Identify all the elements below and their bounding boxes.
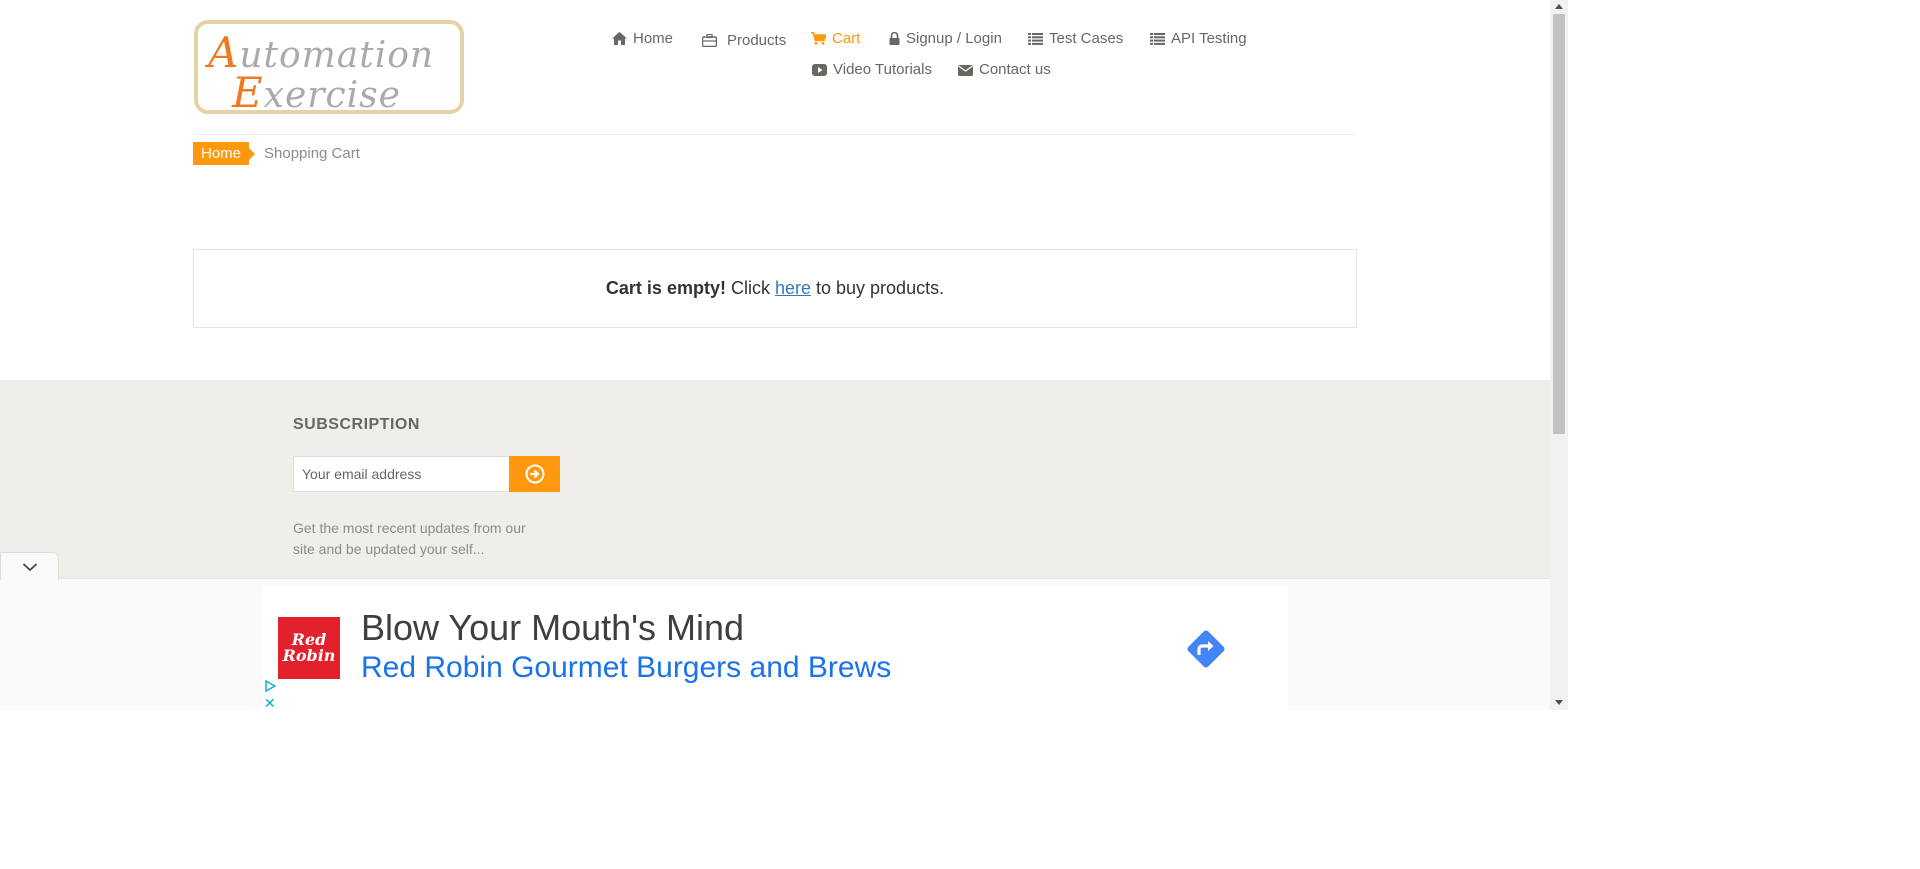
logo-cap-e: E <box>232 68 264 117</box>
scrollbar-thumb[interactable] <box>1553 14 1565 434</box>
nav-home[interactable]: Home <box>612 30 673 47</box>
ad-creative[interactable]: Red Robin Blow Your Mouth's Mind Red Robi… <box>262 585 1288 710</box>
ad-collapse-button[interactable] <box>0 552 59 580</box>
footer <box>0 380 1550 580</box>
nav-products-label: Products <box>727 32 787 49</box>
breadcrumb-home[interactable]: Home <box>193 142 256 165</box>
scroll-up-arrow-icon[interactable] <box>1555 4 1563 9</box>
scroll-down-arrow-icon[interactable] <box>1555 700 1563 705</box>
red-robin-logo: Red Robin <box>278 617 340 679</box>
logo-text-2: xercise <box>263 75 401 116</box>
youtube-icon <box>812 63 827 76</box>
home-icon <box>612 32 627 45</box>
ad-close-icon[interactable]: ✕ <box>264 695 276 712</box>
lock-icon <box>889 32 900 45</box>
empty-cart-message: Cart is empty! Click here to buy product… <box>193 249 1357 328</box>
cart-icon <box>811 32 826 45</box>
subscription-description: Get the most recent updates from our sit… <box>293 520 526 557</box>
nav-video-tutorials-label: Video Tutorials <box>833 61 932 78</box>
empty-cart-text-2: to buy products. <box>811 278 945 298</box>
adchoices-icon[interactable] <box>265 680 276 692</box>
nav-api-testing[interactable]: API Testing <box>1150 30 1247 47</box>
site-logo[interactable]: Automation Exercise <box>194 20 464 117</box>
buy-products-link[interactable]: here <box>775 278 811 299</box>
page: Automation Exercise Home Products Cart S… <box>0 0 1568 712</box>
breadcrumb-current: Shopping Cart <box>264 145 360 162</box>
footer-top-strip <box>178 378 1372 380</box>
nav-test-cases-label: Test Cases <box>1049 30 1124 47</box>
envelope-icon <box>958 64 973 76</box>
subscription-email-input[interactable] <box>293 456 510 492</box>
nav-contact-us-label: Contact us <box>979 61 1051 78</box>
nav-video-tutorials[interactable]: Video Tutorials <box>812 61 932 78</box>
logo-line-2: Exercise <box>232 68 401 117</box>
scrollbar[interactable] <box>1550 0 1568 710</box>
arrow-circle-right-icon <box>525 464 544 484</box>
nav-signup-login[interactable]: Signup / Login <box>889 30 1002 47</box>
ad-brand-line-2: Robin <box>282 646 336 665</box>
nav-cart-label: Cart <box>832 30 861 47</box>
nav-products[interactable]: Products <box>702 32 786 49</box>
nav-cart[interactable]: Cart <box>811 30 860 47</box>
list-icon <box>1028 32 1043 45</box>
chevron-down-icon <box>22 562 37 571</box>
subscription-title: SUBSCRIPTION <box>293 416 420 433</box>
briefcase-icon <box>702 34 717 47</box>
empty-cart-strong: Cart is empty! <box>605 278 726 298</box>
nav-signup-login-label: Signup / Login <box>906 30 1002 47</box>
nav-home-label: Home <box>633 30 674 47</box>
list-icon <box>1150 32 1165 45</box>
nav-api-testing-label: API Testing <box>1171 30 1247 47</box>
subscribe-button[interactable] <box>509 456 560 492</box>
header-divider <box>193 134 1357 135</box>
ad-headline: Blow Your Mouth's Mind <box>361 607 745 648</box>
directions-arrow-icon[interactable] <box>1182 625 1230 673</box>
nav-test-cases[interactable]: Test Cases <box>1028 30 1123 47</box>
empty-cart-text-1: Click <box>725 278 775 298</box>
nav-contact-us[interactable]: Contact us <box>958 61 1051 78</box>
ad-subline: Red Robin Gourmet Burgers and Brews <box>361 651 892 684</box>
